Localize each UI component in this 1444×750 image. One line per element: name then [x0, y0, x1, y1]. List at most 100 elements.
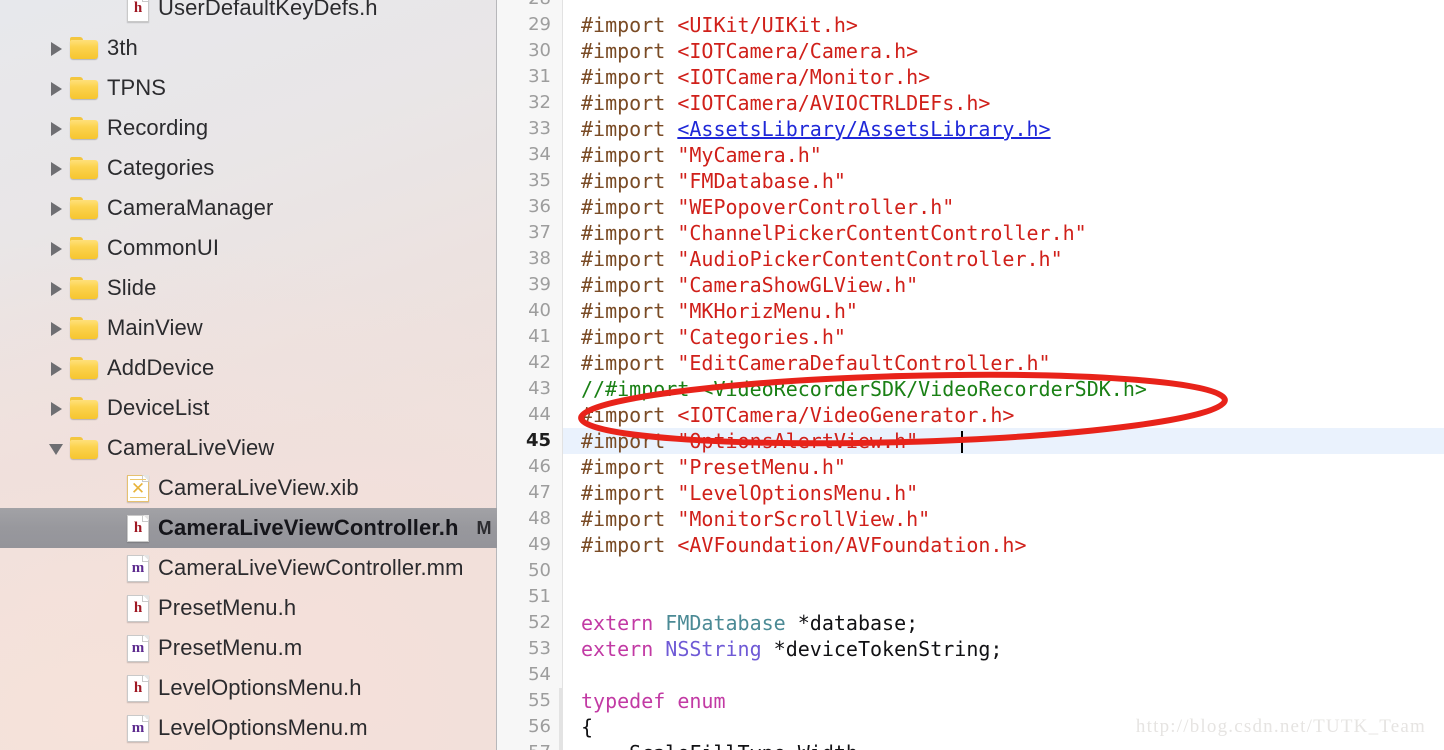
- nav-item-label: LevelOptionsMenu.h: [158, 675, 362, 700]
- line-number[interactable]: 50: [497, 558, 563, 584]
- project-navigator-panel[interactable]: h UserDefaultKeyDefs.h 3th TPNS Recording Cat…: [0, 0, 497, 750]
- code-line[interactable]: #import <AVFoundation/AVFoundation.h>: [563, 532, 1444, 558]
- nav-item-label: CameraManager: [107, 195, 274, 220]
- nav-folder-row[interactable]: MainView: [0, 308, 497, 348]
- nav-file-row[interactable]: m LevelOptionsMenu.m: [0, 708, 497, 748]
- line-number[interactable]: 57: [497, 740, 563, 750]
- code-line[interactable]: #import "LevelOptionsMenu.h": [563, 480, 1444, 506]
- folder-icon: [70, 277, 98, 299]
- line-number[interactable]: 53: [497, 636, 563, 662]
- chevron-right-icon[interactable]: [48, 280, 64, 296]
- chevron-right-icon[interactable]: [48, 160, 64, 176]
- line-number[interactable]: 47: [497, 480, 563, 506]
- line-number[interactable]: 56: [497, 714, 563, 740]
- code-line[interactable]: #import "MyCamera.h": [563, 142, 1444, 168]
- code-line[interactable]: [563, 0, 1444, 12]
- nav-folder-row[interactable]: Categories: [0, 148, 497, 188]
- code-line[interactable]: typedef enum: [563, 688, 1444, 714]
- code-line-current[interactable]: #import "OptionsAlertView.h": [563, 428, 1444, 454]
- line-number[interactable]: 41: [497, 324, 563, 350]
- chevron-right-icon[interactable]: [48, 320, 64, 336]
- code-line[interactable]: extern NSString *deviceTokenString;: [563, 636, 1444, 662]
- nav-folder-row[interactable]: Recording: [0, 108, 497, 148]
- code-line[interactable]: #import <IOTCamera/AVIOCTRLDEFs.h>: [563, 90, 1444, 116]
- nav-file-row[interactable]: h LevelOptionsMenu.h: [0, 668, 497, 708]
- line-number[interactable]: 37: [497, 220, 563, 246]
- code-line[interactable]: #import <UIKit/UIKit.h>: [563, 12, 1444, 38]
- line-number[interactable]: 48: [497, 506, 563, 532]
- line-number[interactable]: 36: [497, 194, 563, 220]
- nav-folder-row[interactable]: CommonUI: [0, 228, 497, 268]
- code-line[interactable]: [563, 558, 1444, 584]
- chevron-down-icon[interactable]: [48, 440, 64, 456]
- code-line[interactable]: #import <AssetsLibrary/AssetsLibrary.h>: [563, 116, 1444, 142]
- line-number[interactable]: 52: [497, 610, 563, 636]
- chevron-right-icon[interactable]: [48, 40, 64, 56]
- chevron-right-icon[interactable]: [48, 200, 64, 216]
- line-number[interactable]: 40: [497, 298, 563, 324]
- line-number[interactable]: 39: [497, 272, 563, 298]
- code-line[interactable]: #import <IOTCamera/Camera.h>: [563, 38, 1444, 64]
- line-number[interactable]: 29: [497, 12, 563, 38]
- line-number[interactable]: 42: [497, 350, 563, 376]
- code-line[interactable]: #import "MKHorizMenu.h": [563, 298, 1444, 324]
- nav-folder-row[interactable]: 3th: [0, 28, 497, 68]
- chevron-right-icon[interactable]: [48, 360, 64, 376]
- code-line[interactable]: #import "ChannelPickerContentController.…: [563, 220, 1444, 246]
- nav-file-row[interactable]: ✕ CameraLiveView.xib: [0, 468, 497, 508]
- nav-folder-row[interactable]: DeviceList: [0, 388, 497, 428]
- line-number[interactable]: 55: [497, 688, 563, 714]
- code-line[interactable]: #import "AudioPickerContentController.h": [563, 246, 1444, 272]
- code-line[interactable]: [563, 662, 1444, 688]
- line-number[interactable]: 32: [497, 90, 563, 116]
- nav-file-row[interactable]: m PresetMenu.m: [0, 628, 497, 668]
- line-number[interactable]: 35: [497, 168, 563, 194]
- line-number[interactable]: 51: [497, 584, 563, 610]
- line-number[interactable]: 30: [497, 38, 563, 64]
- line-number[interactable]: 38: [497, 246, 563, 272]
- code-line[interactable]: #import "FMDatabase.h": [563, 168, 1444, 194]
- code-line[interactable]: #import "Categories.h": [563, 324, 1444, 350]
- line-number[interactable]: 46: [497, 454, 563, 480]
- line-number[interactable]: 28: [497, 0, 563, 12]
- line-number[interactable]: 34: [497, 142, 563, 168]
- code-line[interactable]: #import "EditCameraDefaultController.h": [563, 350, 1444, 376]
- code-line[interactable]: #import "MonitorScrollView.h": [563, 506, 1444, 532]
- chevron-right-icon[interactable]: [48, 120, 64, 136]
- code-line[interactable]: #import "CameraShowGLView.h": [563, 272, 1444, 298]
- line-number[interactable]: 54: [497, 662, 563, 688]
- nav-file-row[interactable]: h CameraLiveViewController.h M: [0, 508, 497, 548]
- code-line[interactable]: extern FMDatabase *database;: [563, 610, 1444, 636]
- code-line[interactable]: #import <IOTCamera/VideoGenerator.h>: [563, 402, 1444, 428]
- line-number[interactable]: 45: [497, 428, 563, 454]
- nav-folder-row[interactable]: AddDevice: [0, 348, 497, 388]
- editor-line-number-gutter[interactable]: 2829303132333435363738394041424344454647…: [497, 0, 563, 750]
- code-token: "OptionsAlertView.h": [677, 429, 919, 453]
- chevron-right-icon[interactable]: [48, 400, 64, 416]
- nav-folder-row[interactable]: CameraLiveView: [0, 428, 497, 468]
- chevron-right-icon[interactable]: [48, 240, 64, 256]
- code-line[interactable]: ScaleFillType_Width: [563, 740, 1444, 750]
- line-number[interactable]: 44: [497, 402, 563, 428]
- code-line[interactable]: [563, 584, 1444, 610]
- line-number[interactable]: 49: [497, 532, 563, 558]
- nav-file-row[interactable]: h UserDefaultKeyDefs.h: [0, 0, 497, 28]
- code-line[interactable]: #import <IOTCamera/Monitor.h>: [563, 64, 1444, 90]
- line-number[interactable]: 31: [497, 64, 563, 90]
- code-token: *deviceTokenString;: [773, 637, 1003, 661]
- project-navigator-list: h UserDefaultKeyDefs.h 3th TPNS Recording Cat…: [0, 0, 497, 748]
- code-token: <IOTCamera/VideoGenerator.h>: [677, 403, 1015, 427]
- nav-folder-row[interactable]: CameraManager: [0, 188, 497, 228]
- nav-folder-row[interactable]: Slide: [0, 268, 497, 308]
- chevron-right-icon[interactable]: [48, 80, 64, 96]
- code-text-area[interactable]: #import <UIKit/UIKit.h> #import <IOTCamer…: [563, 0, 1444, 750]
- code-line[interactable]: #import "PresetMenu.h": [563, 454, 1444, 480]
- nav-folder-row[interactable]: TPNS: [0, 68, 497, 108]
- nav-file-row[interactable]: m CameraLiveViewController.mm: [0, 548, 497, 588]
- code-token: #import: [581, 429, 678, 453]
- code-line[interactable]: //#import <VideoRecorderSDK/VideoRecorde…: [563, 376, 1444, 402]
- code-line[interactable]: #import "WEPopoverController.h": [563, 194, 1444, 220]
- line-number[interactable]: 33: [497, 116, 563, 142]
- line-number[interactable]: 43: [497, 376, 563, 402]
- nav-file-row[interactable]: h PresetMenu.h: [0, 588, 497, 628]
